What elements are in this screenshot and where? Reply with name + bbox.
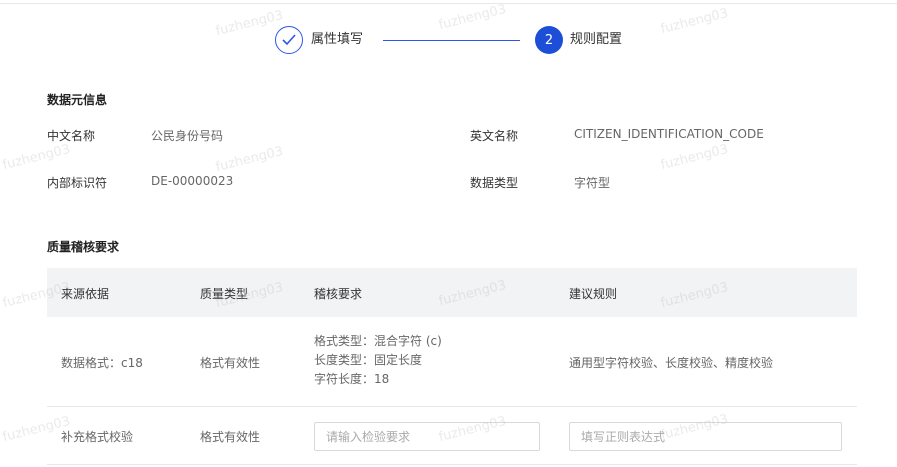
- top-divider: [0, 3, 897, 4]
- quality-section-title: 质量稽核要求: [47, 240, 120, 254]
- meta-section-title: 数据元信息: [47, 93, 108, 107]
- step-2-label: 规则配置: [570, 32, 623, 47]
- requirement-input[interactable]: [314, 422, 540, 451]
- row1-req-char-length: 字符长度：18: [314, 372, 390, 386]
- watermark-text: fuzheng03: [214, 7, 285, 40]
- column-header-rule: 建议规则: [569, 287, 618, 301]
- watermark-text: fuzheng03: [214, 143, 285, 176]
- table-header: [47, 268, 857, 317]
- en-name-value: CITIZEN_IDENTIFICATION_CODE: [574, 127, 764, 141]
- step-1-label: 属性填写: [311, 32, 364, 47]
- row2-quality-type: 格式有效性: [200, 430, 261, 444]
- type-label: 数据类型: [470, 176, 519, 190]
- step-1-indicator: [275, 26, 303, 54]
- row1-quality-type: 格式有效性: [200, 356, 261, 370]
- row-divider: [47, 406, 857, 407]
- regex-input[interactable]: [569, 422, 842, 451]
- column-header-quality-type: 质量类型: [200, 287, 249, 301]
- row1-requirement: 格式类型：混合字符 (c) 长度类型：固定长度 字符长度：18: [314, 332, 442, 389]
- step-connector: [383, 40, 520, 41]
- watermark-text: fuzheng03: [659, 5, 730, 38]
- type-value: 字符型: [574, 176, 611, 190]
- cn-name-label: 中文名称: [47, 129, 96, 143]
- watermark-text: fuzheng03: [659, 141, 730, 174]
- step-2-indicator: 2: [535, 26, 563, 54]
- watermark-text: fuzheng03: [1, 141, 72, 174]
- row2-source: 补充格式校验: [61, 430, 134, 444]
- check-icon: [282, 34, 296, 46]
- column-header-requirement: 稽核要求: [314, 287, 363, 301]
- cn-name-value: 公民身份号码: [151, 129, 224, 143]
- en-name-label: 英文名称: [470, 129, 519, 143]
- watermark-text: fuzheng03: [437, 1, 508, 34]
- row1-rule: 通用型字符校验、长度校验、精度校验: [569, 356, 774, 370]
- column-header-source: 来源依据: [61, 287, 110, 301]
- row1-req-format-type: 格式类型：混合字符 (c): [314, 334, 442, 348]
- row1-req-length-type: 长度类型：固定长度: [314, 353, 423, 367]
- row1-source: 数据格式：c18: [61, 356, 143, 370]
- id-value: DE-00000023: [151, 174, 234, 188]
- row-divider-bottom: [47, 464, 857, 465]
- id-label: 内部标识符: [47, 176, 108, 190]
